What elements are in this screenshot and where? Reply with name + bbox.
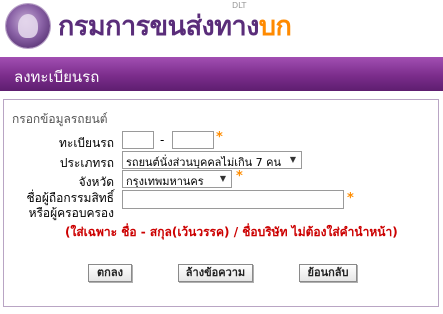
plate-prefix-input[interactable] xyxy=(122,131,154,149)
vehicle-type-select[interactable]: รถยนต์นั่งส่วนบุคคลไม่เกิน 7 คน ▼ xyxy=(122,151,302,169)
submit-button[interactable]: ตกลง xyxy=(88,264,132,282)
page-title-bar: ลงทะเบียนรถ xyxy=(0,57,443,91)
site-header: กรมการขนส่งทางบก DLT xyxy=(0,0,443,52)
brand-title: กรมการขนส่งทางบก xyxy=(58,4,292,47)
owner-name-hint: (ใส่เฉพาะ ชื่อ - สกุล(เว้นวรรค) / ชื่อบร… xyxy=(65,225,398,239)
province-select[interactable]: กรุงเทพมหานคร ▼ xyxy=(122,170,232,188)
owner-required-mark: * xyxy=(347,191,354,206)
dlt-seal-logo xyxy=(6,4,50,48)
page-title: ลงทะเบียนรถ xyxy=(14,68,100,86)
back-button[interactable]: ย้อนกลับ xyxy=(299,264,357,282)
brand-subtitle: DLT xyxy=(232,1,247,10)
plate-separator: - xyxy=(160,133,165,147)
owner-label-line2: หรือผู้ครอบครอง xyxy=(28,206,114,220)
type-label: ประเภทรถ xyxy=(59,156,114,170)
owner-name-input[interactable] xyxy=(122,190,344,209)
plate-number-input[interactable] xyxy=(172,131,214,149)
plate-required-mark: * xyxy=(216,130,223,145)
province-value: กรุงเทพมหานคร xyxy=(126,175,204,188)
form-section-title: กรอกข้อมูลรถยนต์ xyxy=(12,112,108,126)
clear-button[interactable]: ล้างข้อความ xyxy=(178,264,253,282)
vehicle-type-value: รถยนต์นั่งส่วนบุคคลไม่เกิน 7 คน xyxy=(126,156,282,169)
chevron-down-icon: ▼ xyxy=(219,174,227,183)
brand-title-prefix: กรมการขนส่งทาง xyxy=(58,11,259,42)
brand-title-accent: บก xyxy=(258,11,292,42)
chevron-down-icon: ▼ xyxy=(289,155,297,164)
plate-label: ทะเบียนรถ xyxy=(58,136,114,150)
province-required-mark: * xyxy=(236,169,243,184)
